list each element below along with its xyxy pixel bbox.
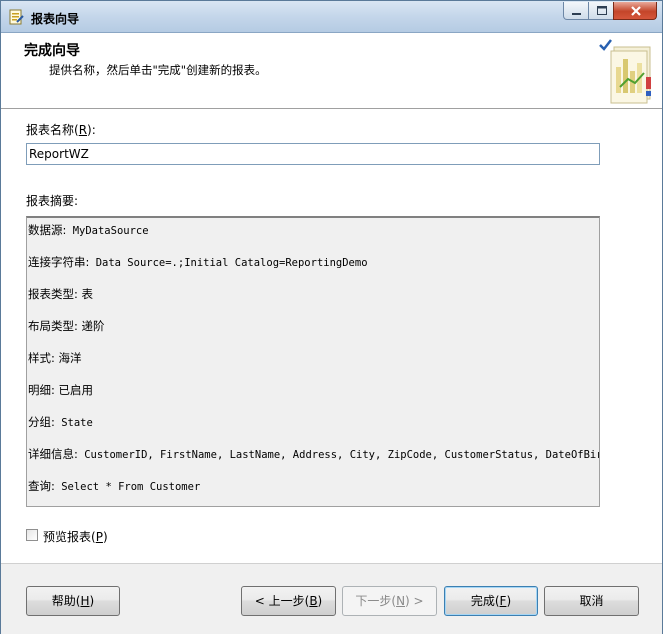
preview-report-label: 预览报表(P) [43, 530, 108, 544]
report-chart-icon [599, 39, 651, 104]
summary-line-value: 海洋 [54, 351, 82, 365]
report-name-input[interactable] [26, 143, 600, 165]
summary-line-value: 递阶 [77, 319, 105, 333]
help-button[interactable]: 帮助(H) [26, 586, 120, 616]
next-button[interactable]: 下一步(N) > [342, 586, 437, 616]
title-bar[interactable]: 报表向导 [1, 1, 662, 33]
summary-line: 连接字符串: Data Source=.;Initial Catalog=Rep… [28, 254, 368, 270]
report-summary-label: 报表摘要: [26, 194, 79, 208]
summary-line-value: State [54, 417, 93, 429]
back-button[interactable]: < 上一步(B) [241, 586, 336, 616]
maximize-icon [597, 6, 607, 15]
report-summary-box[interactable]: 数据源: MyDataSource 连接字符串: Data Source=.;In… [26, 216, 600, 507]
summary-line: 布局类型: 递阶 [28, 318, 105, 334]
page-title: 完成向导 [24, 43, 80, 59]
summary-line-value: MyDataSource [66, 225, 149, 237]
summary-line: 分组: State [28, 414, 93, 430]
wizard-footer: 帮助(H) < 上一步(B) 下一步(N) > 完成(F) 取消 [1, 563, 662, 634]
window-title: 报表向导 [31, 12, 80, 26]
summary-line-value: Data Source=.;Initial Catalog=ReportingD… [89, 257, 368, 269]
close-icon [631, 6, 641, 16]
summary-line-label: 连接字符串: [28, 255, 90, 269]
page-subtitle: 提供名称，然后单击"完成"创建新的报表。 [49, 63, 267, 77]
report-wizard-window: 报表向导 完成向导 提供名称，然后单击"完成"创建新的报表。 报表名称(R): … [0, 0, 663, 634]
summary-line-label: 报表类型: [28, 287, 78, 301]
wizard-header: 完成向导 提供名称，然后单击"完成"创建新的报表。 [1, 33, 662, 109]
summary-line-label: 查询: [28, 479, 55, 493]
summary-line-label: 数据源: [28, 223, 67, 237]
summary-line-value: CustomerID, FirstName, LastName, Address… [77, 449, 600, 461]
maximize-button[interactable] [588, 2, 614, 20]
summary-line-label: 分组: [28, 415, 55, 429]
preview-report-checkbox[interactable] [26, 529, 38, 541]
summary-line-value: 表 [77, 287, 94, 301]
summary-line-label: 详细信息: [28, 447, 78, 461]
summary-line: 明细: 已启用 [28, 382, 93, 398]
wizard-content: 报表名称(R): 报表摘要: 数据源: MyDataSource 连接字符串: D… [1, 109, 662, 563]
summary-line: 查询: Select * From Customer [28, 478, 200, 494]
summary-line-label: 样式: [28, 351, 55, 365]
summary-line: 报表类型: 表 [28, 286, 93, 302]
close-button[interactable] [613, 2, 657, 20]
report-name-label: 报表名称(R): [26, 123, 96, 137]
summary-line-value: Select * From Customer [54, 481, 201, 493]
report-wizard-icon [9, 9, 24, 25]
minimize-icon [572, 13, 581, 15]
summary-line-label: 明细: [28, 383, 55, 397]
summary-line-value: 已启用 [54, 383, 94, 397]
summary-line: 数据源: MyDataSource [28, 222, 149, 238]
summary-line: 样式: 海洋 [28, 350, 82, 366]
finish-button[interactable]: 完成(F) [444, 586, 538, 616]
minimize-button[interactable] [563, 2, 589, 20]
cancel-button[interactable]: 取消 [544, 586, 639, 616]
summary-line-label: 布局类型: [28, 319, 78, 333]
summary-line: 详细信息: CustomerID, FirstName, LastName, A… [28, 446, 600, 462]
